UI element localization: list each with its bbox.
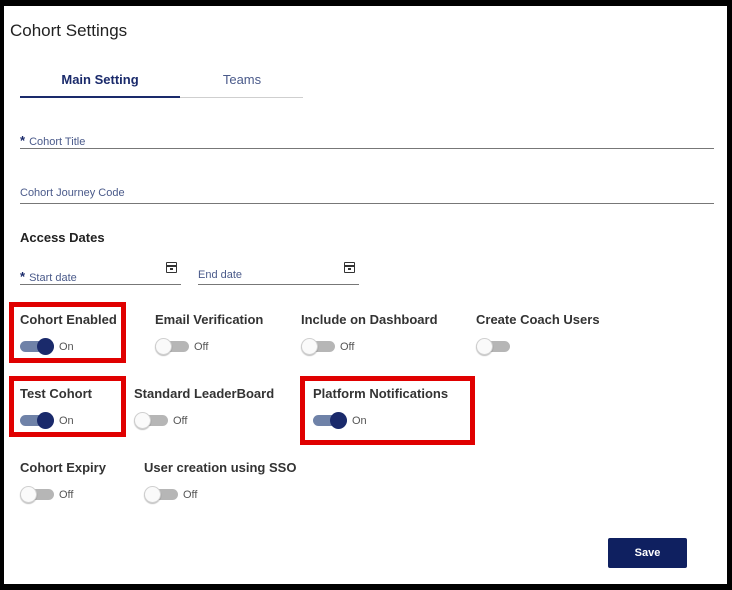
- required-asterisk: *: [20, 133, 26, 148]
- cohort-title-label: Cohort Title: [29, 136, 86, 148]
- end-date-label: End date: [198, 269, 243, 281]
- tab-bar-divider: [180, 97, 303, 98]
- page-title: Cohort Settings: [10, 21, 128, 40]
- tab-main-setting[interactable]: Main Setting: [20, 72, 180, 98]
- standard-leaderboard-label: Standard LeaderBoard: [134, 386, 275, 401]
- end-date-calendar-icon[interactable]: [344, 262, 355, 273]
- access-dates-heading: Access Dates: [20, 230, 105, 245]
- save-button[interactable]: Save: [608, 538, 687, 568]
- start-date-input[interactable]: [20, 284, 181, 285]
- include-on-dashboard-state: Off: [340, 341, 355, 353]
- email-verification-label: Email Verification: [155, 312, 264, 327]
- journey-code-input[interactable]: [20, 203, 714, 204]
- highlight-box: [9, 302, 126, 363]
- highlight-box: [9, 376, 126, 437]
- create-coach-users-label: Create Coach Users: [476, 312, 600, 327]
- create-coach-users-toggle[interactable]: [476, 338, 510, 355]
- active-tab-indicator: [20, 96, 180, 98]
- sso-user-creation-label: User creation using SSO: [144, 460, 297, 475]
- required-asterisk: *: [20, 269, 26, 284]
- email-verification-toggle[interactable]: [155, 338, 189, 355]
- sso-user-creation-toggle[interactable]: [144, 486, 178, 503]
- cohort-settings-panel: Cohort Settings Main Setting Teams * Coho…: [4, 6, 727, 584]
- include-on-dashboard-toggle[interactable]: [301, 338, 335, 355]
- cohort-expiry-toggle[interactable]: [20, 486, 54, 503]
- cohort-expiry-label: Cohort Expiry: [20, 460, 106, 475]
- sso-user-creation-state: Off: [183, 489, 198, 501]
- standard-leaderboard-toggle[interactable]: [134, 412, 168, 429]
- start-date-label: Start date: [29, 272, 77, 284]
- start-date-calendar-icon[interactable]: [166, 262, 177, 273]
- highlight-box: [300, 376, 475, 445]
- cohort-expiry-state: Off: [59, 489, 74, 501]
- tab-teams[interactable]: Teams: [181, 72, 303, 98]
- journey-code-label: Cohort Journey Code: [20, 187, 125, 199]
- cohort-title-input[interactable]: [20, 148, 714, 149]
- email-verification-state: Off: [194, 341, 209, 353]
- end-date-input[interactable]: [198, 284, 359, 285]
- standard-leaderboard-state: Off: [173, 415, 188, 427]
- include-on-dashboard-label: Include on Dashboard: [301, 312, 438, 327]
